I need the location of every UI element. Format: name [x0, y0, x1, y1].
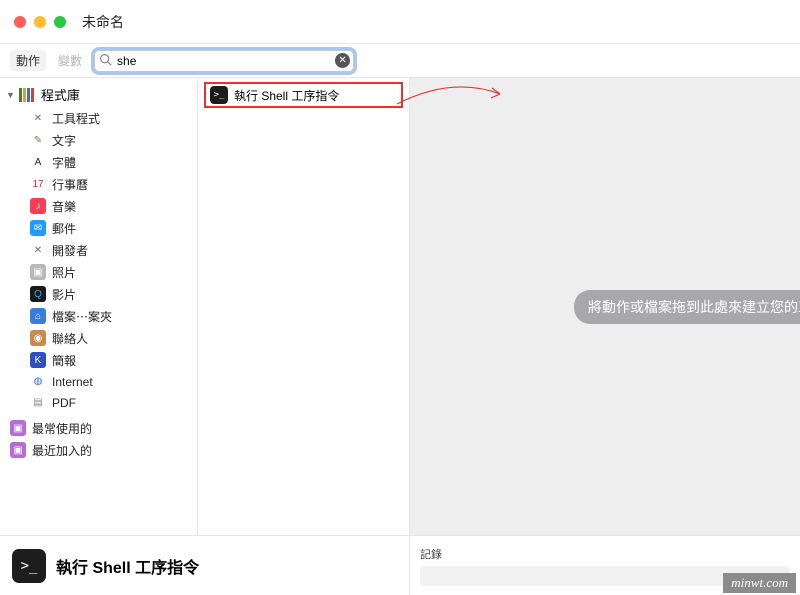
- zoom-window-button[interactable]: [54, 16, 66, 28]
- category-icon: Q: [30, 286, 46, 302]
- category-icon: ◉: [30, 330, 46, 346]
- category-icon: ✕: [30, 110, 46, 126]
- terminal-icon: >_: [12, 549, 46, 583]
- library-label: 程式庫: [41, 85, 80, 104]
- library-item[interactable]: ⌂ 檔案⋯案夾: [30, 305, 197, 327]
- library-item-label: 聯絡人: [52, 330, 88, 347]
- library-item[interactable]: 17 行事曆: [30, 173, 197, 195]
- library-icon: [19, 88, 37, 102]
- selected-action-title: 執行 Shell 工序指令: [56, 554, 199, 578]
- category-icon: ♪: [30, 198, 46, 214]
- library-item-label: 工具程式: [52, 110, 100, 127]
- library-item[interactable]: ✉ 郵件: [30, 217, 197, 239]
- category-icon: K: [30, 352, 46, 368]
- smart-folder-label: 最近加入的: [32, 442, 92, 459]
- search-input[interactable]: [94, 50, 354, 72]
- library-item-label: 檔案⋯案夾: [52, 308, 112, 325]
- window-controls: [14, 16, 66, 28]
- library-item[interactable]: Q 影片: [30, 283, 197, 305]
- library-item-label: 照片: [52, 264, 76, 281]
- category-icon: ▣: [30, 264, 46, 280]
- smart-folder-label: 最常使用的: [32, 420, 92, 437]
- library-header[interactable]: ▼ 程式庫: [0, 82, 197, 107]
- library-item-label: 行事曆: [52, 176, 88, 193]
- smart-folder-item[interactable]: ▣ 最近加入的: [10, 439, 197, 461]
- library-item[interactable]: ▤ PDF: [30, 392, 197, 413]
- tab-variables[interactable]: 變數: [52, 50, 88, 71]
- category-icon: A: [30, 154, 46, 170]
- category-icon: ✎: [30, 132, 46, 148]
- actions-results: >_ 執行 Shell 工序指令: [198, 78, 410, 535]
- category-icon: ▤: [30, 395, 46, 411]
- window-title: 未命名: [82, 12, 124, 32]
- library-item-label: 音樂: [52, 198, 76, 215]
- main: ▼ 程式庫 ✕ 工具程式 ✎ 文字 A 字體 17 行事曆 ♪ 音樂 ✉ 郵件 ✕ 開發者 ▣ 照片 Q 影片 ⌂ 檔…: [0, 78, 800, 535]
- log-label: 記錄: [420, 546, 790, 562]
- minimize-window-button[interactable]: [34, 16, 46, 28]
- library-sidebar: ▼ 程式庫 ✕ 工具程式 ✎ 文字 A 字體 17 行事曆 ♪ 音樂 ✉ 郵件 ✕ 開發者 ▣ 照片 Q 影片 ⌂ 檔…: [0, 78, 198, 535]
- library-item[interactable]: A 字體: [30, 151, 197, 173]
- workflow-canvas[interactable]: 將動作或檔案拖到此處來建立您的工: [410, 78, 800, 535]
- library-item[interactable]: ✕ 開發者: [30, 239, 197, 261]
- library-item-label: Internet: [52, 375, 93, 389]
- library-item-label: 文字: [52, 132, 76, 149]
- folder-icon: ▣: [10, 420, 26, 436]
- tab-actions[interactable]: 動作: [10, 50, 46, 71]
- category-icon: ⌂: [30, 308, 46, 324]
- library-item[interactable]: K 簡報: [30, 349, 197, 371]
- terminal-icon: >_: [210, 86, 228, 104]
- clear-search-icon[interactable]: ✕: [335, 53, 350, 68]
- library-item-label: 簡報: [52, 352, 76, 369]
- action-result-item[interactable]: >_ 執行 Shell 工序指令: [204, 82, 403, 108]
- close-window-button[interactable]: [14, 16, 26, 28]
- library-item[interactable]: ✎ 文字: [30, 129, 197, 151]
- library-item-label: PDF: [52, 396, 76, 410]
- library-item-label: 郵件: [52, 220, 76, 237]
- search-wrap: ✕: [94, 50, 354, 72]
- library-item[interactable]: ▣ 照片: [30, 261, 197, 283]
- category-icon: ✉: [30, 220, 46, 236]
- library-item[interactable]: ◉ 聯絡人: [30, 327, 197, 349]
- smart-folder-item[interactable]: ▣ 最常使用的: [10, 417, 197, 439]
- library-item-label: 字體: [52, 154, 76, 171]
- search-icon: [99, 53, 112, 69]
- library-item-label: 開發者: [52, 242, 88, 259]
- category-icon: 17: [30, 176, 46, 192]
- chevron-down-icon: ▼: [6, 90, 15, 100]
- footer-detail: >_ 執行 Shell 工序指令: [0, 536, 410, 595]
- toolbar: 動作 變數 ✕: [0, 44, 800, 78]
- folder-icon: ▣: [10, 442, 26, 458]
- library-item-label: 影片: [52, 286, 76, 303]
- footer: >_ 執行 Shell 工序指令 記錄: [0, 535, 800, 595]
- watermark: minwt.com: [723, 573, 796, 593]
- titlebar: 未命名: [0, 0, 800, 44]
- category-icon: ✕: [30, 242, 46, 258]
- category-icon: ◍: [30, 374, 46, 390]
- canvas-hint: 將動作或檔案拖到此處來建立您的工: [574, 290, 800, 324]
- action-result-label: 執行 Shell 工序指令: [234, 87, 339, 104]
- library-item[interactable]: ✕ 工具程式: [30, 107, 197, 129]
- library-item[interactable]: ♪ 音樂: [30, 195, 197, 217]
- library-item[interactable]: ◍ Internet: [30, 371, 197, 392]
